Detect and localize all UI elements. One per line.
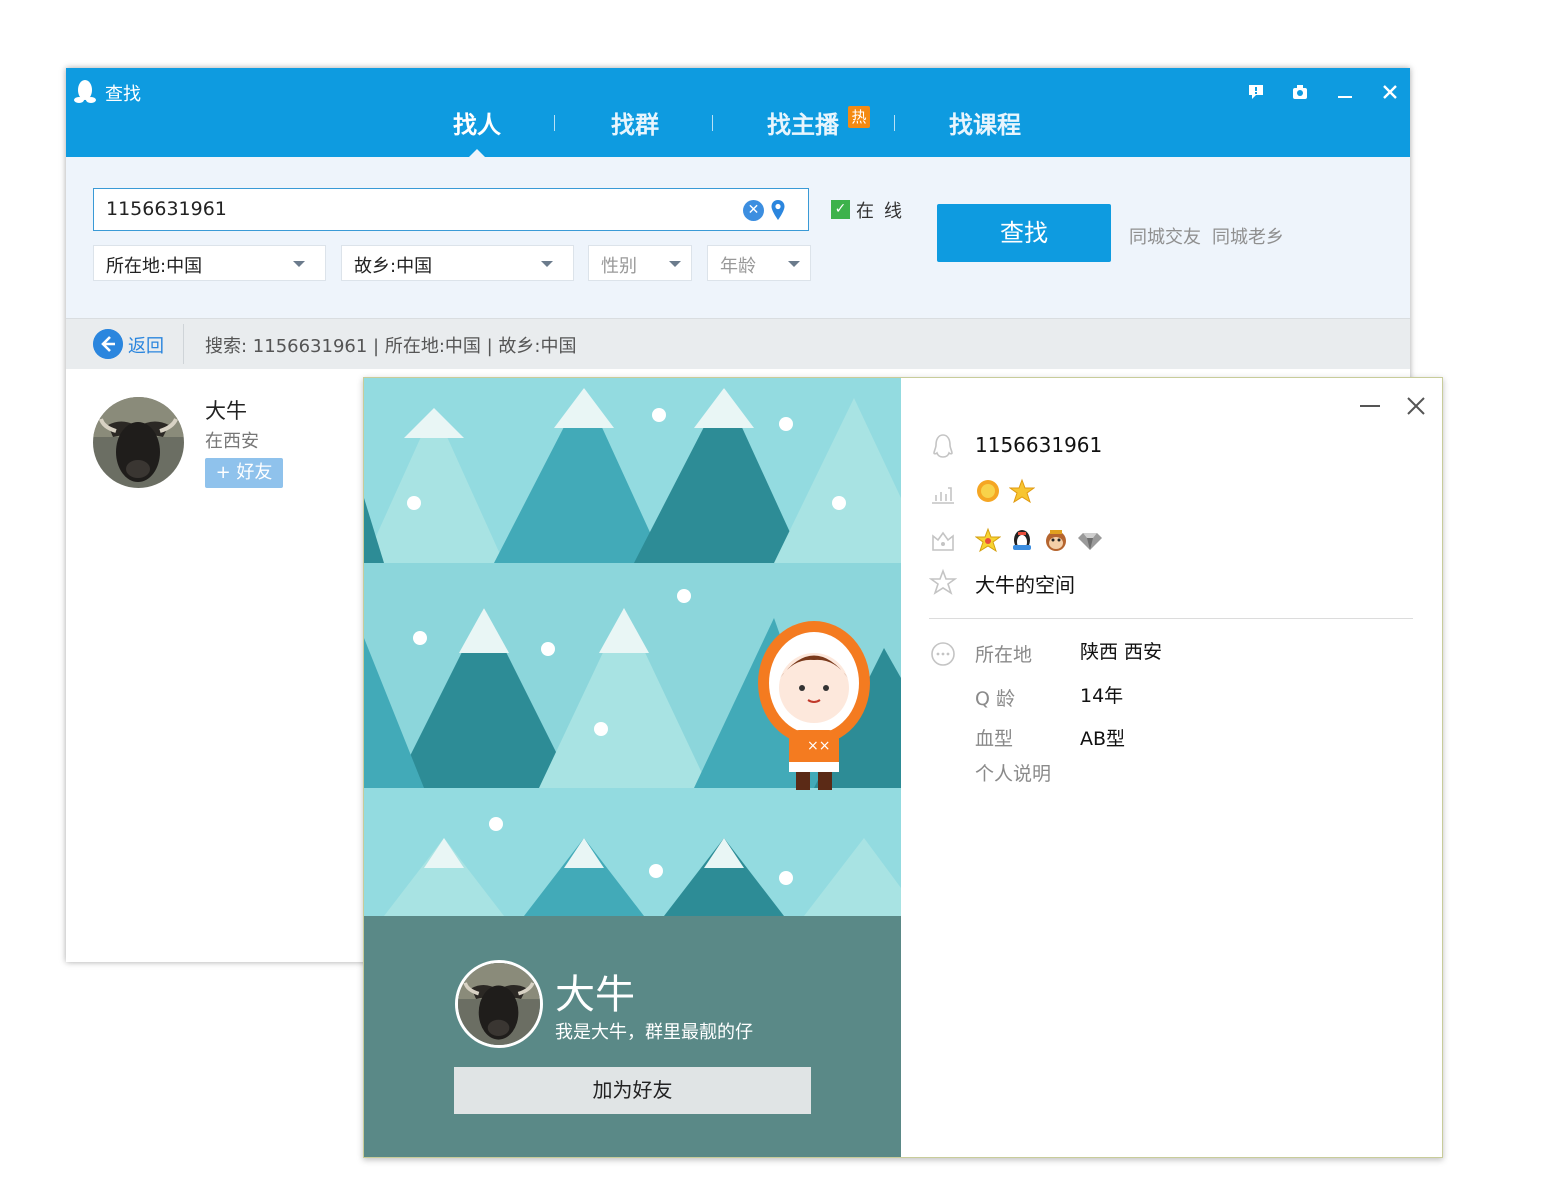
field-value-qq-age: 14年 [1080,685,1124,707]
vip-star-badge-icon [975,527,1001,553]
back-arrow-icon[interactable] [93,329,123,359]
qq-penguin-icon [933,434,953,458]
search-input[interactable]: 1156631961 ✕ [93,188,809,231]
field-label-qq-age: Q 龄 [975,688,1015,710]
profile-signature: 我是大牛，群里最靓的仔 [555,1022,753,1043]
chevron-down-icon [788,261,800,267]
close-icon[interactable] [1378,80,1402,104]
add-friend-button[interactable]: 加为好友 [454,1067,811,1114]
crown-icon [932,531,954,551]
divider [929,618,1413,619]
star-outline-icon [929,568,957,595]
minimize-icon[interactable] [1333,80,1357,104]
qzone-link[interactable]: 大牛的空间 [975,569,1075,598]
qq-penguin-icon [74,80,96,103]
chevron-down-icon [669,261,681,267]
active-tab-indicator [469,149,485,157]
tab-find-course[interactable]: 找课程 [949,105,1021,140]
location-dropdown[interactable]: 所在地:中国 [93,245,326,281]
minimize-icon[interactable] [1360,405,1380,407]
online-checkbox[interactable]: ✓ [831,200,850,219]
profile-footer: 大牛 我是大牛，群里最靓的仔 加为好友 [364,916,901,1157]
field-value-blood-type: AB型 [1080,728,1126,750]
level-chart-icon [932,487,954,504]
list-item[interactable]: 大牛 在西安 + 好友 [66,369,366,519]
star-badge-icon [1009,478,1035,504]
age-dropdown[interactable]: 年龄 [707,245,811,281]
search-panel: 1156631961 ✕ 所在地:中国 故乡:中国 性别 年龄 ✓ 在线 查找 … [66,157,1410,318]
title-bar: 查找 找人 找群 找主播 找课程 热 [66,68,1410,157]
add-friend-button[interactable]: + 好友 [205,458,283,488]
search-input-value: 1156631961 [106,198,227,220]
more-icon [931,642,955,666]
tab-divider [894,115,895,131]
hometown-dropdown[interactable]: 故乡:中国 [341,245,574,281]
chevron-down-icon [293,261,305,267]
tab-find-group[interactable]: 找群 [611,105,659,140]
avatar[interactable] [93,397,184,488]
chevron-down-icon [541,261,553,267]
tab-bar: 找人 找群 找主播 找课程 [66,103,1410,157]
hot-badge: 热 [848,106,870,128]
penguin-badge-icon [1013,530,1031,550]
close-icon[interactable] [1404,394,1428,418]
online-label: 在线 [856,201,912,222]
feedback-icon[interactable] [1244,80,1268,104]
profile-name: 大牛 [555,972,635,1018]
field-label-blood-type: 血型 [975,728,1014,750]
breadcrumb: 返回 搜索: 1156631961 | 所在地:中国 | 故乡:中国 [66,318,1410,369]
camera-icon[interactable] [1288,80,1312,104]
tab-divider [554,115,555,131]
cover-image: ×× [364,378,901,916]
back-link[interactable]: 返回 [128,332,164,358]
gender-dropdown[interactable]: 性别 [588,245,692,281]
result-location: 在西安 [205,431,259,452]
field-value-location: 陕西 西安 [1080,641,1163,663]
field-label-bio: 个人说明 [975,763,1052,785]
svg-text:××: ×× [807,738,830,754]
qq-number: 1156631961 [975,433,1103,457]
tab-find-streamer[interactable]: 找主播 [767,105,839,140]
divider [183,324,184,364]
search-summary: 搜索: 1156631961 | 所在地:中国 | 故乡:中国 [205,336,577,357]
monkey-badge-icon [1046,530,1066,551]
result-name: 大牛 [205,399,247,423]
same-city-hometown-link[interactable]: 同城老乡 [1212,223,1284,249]
tab-find-people[interactable]: 找人 [453,105,501,140]
clear-icon[interactable]: ✕ [743,200,764,221]
tab-divider [712,115,713,131]
sun-badge-icon [977,480,999,502]
search-button[interactable]: 查找 [937,204,1111,262]
avatar[interactable] [455,960,543,1048]
location-pin-icon[interactable] [770,199,786,221]
profile-card: ×× 大牛 我是大牛，群里最靓的仔 加为好友 1156631961 大牛的空间 … [363,377,1443,1158]
field-label-location: 所在地 [975,644,1033,666]
same-city-friends-link[interactable]: 同城交友 [1129,223,1201,249]
diamond-badge-icon [1078,533,1102,550]
